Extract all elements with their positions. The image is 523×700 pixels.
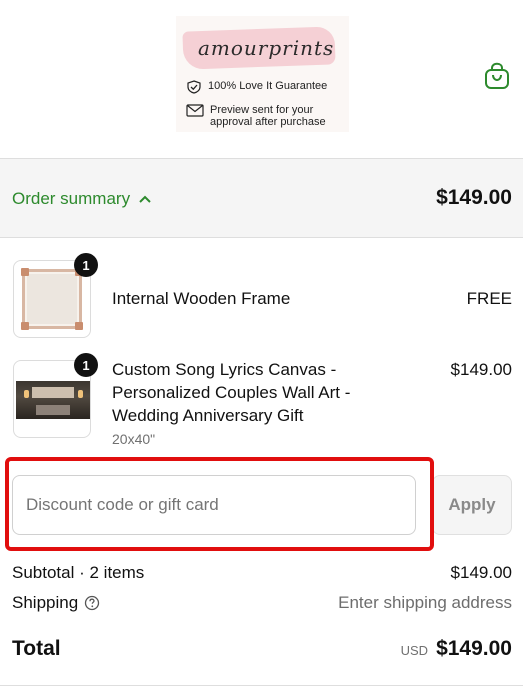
order-summary-label: Order summary <box>12 189 131 208</box>
canvas-art <box>32 387 74 398</box>
canvas-bed <box>36 405 70 415</box>
order-summary-bar: Order summary $149.00 <box>0 158 523 238</box>
order-summary-toggle[interactable]: Order summary <box>12 189 152 209</box>
total-label: Total <box>12 637 61 660</box>
item-price: FREE <box>466 289 512 308</box>
order-summary-total: $149.00 <box>436 186 512 209</box>
item-title: Custom Song Lyrics Canvas - Personalized… <box>112 360 351 425</box>
brand-logo: amourprints <box>198 36 335 60</box>
frame-corner <box>75 322 83 330</box>
frame-corner <box>21 268 29 276</box>
currency-code: USD <box>400 643 429 658</box>
chevron-up-icon <box>139 195 151 203</box>
total-value-group: USD $149.00 <box>401 637 512 661</box>
check-shield-icon <box>187 80 201 94</box>
canvas-image <box>16 381 90 419</box>
brand-logo-card[interactable]: amourprints 100% Love It Guarantee Previ… <box>176 16 349 132</box>
frame-image <box>21 268 83 330</box>
frame-corner <box>21 322 29 330</box>
apply-discount-button[interactable]: Apply <box>432 475 512 535</box>
help-circle-icon[interactable] <box>84 595 100 611</box>
checkout-header: amourprints 100% Love It Guarantee Previ… <box>0 0 523 158</box>
guarantee-row: 100% Love It Guarantee <box>186 80 327 94</box>
quantity-badge: 1 <box>74 253 98 277</box>
envelope-icon <box>186 104 204 117</box>
preview-text: Preview sent for your approval after pur… <box>210 104 326 128</box>
quantity-badge: 1 <box>74 353 98 377</box>
preview-text-line1: Preview sent for your <box>210 104 314 116</box>
shopping-bag-icon[interactable] <box>484 62 510 90</box>
preview-text-line2: approval after purchase <box>210 116 326 128</box>
shipping-value: Enter shipping address <box>338 593 512 612</box>
subtotal-label: Subtotal · 2 items <box>12 563 145 582</box>
divider <box>0 685 523 686</box>
item-price: $149.00 <box>450 360 512 379</box>
shipping-row-label: Shipping <box>12 593 100 613</box>
preview-row: Preview sent for your approval after pur… <box>186 104 326 128</box>
total-amount: $149.00 <box>436 637 512 660</box>
item-variant: 20x40" <box>112 431 156 447</box>
subtotal-value: $149.00 <box>450 563 512 582</box>
shipping-label: Shipping <box>12 593 79 612</box>
guarantee-text: 100% Love It Guarantee <box>208 80 328 92</box>
discount-code-input[interactable] <box>12 475 416 535</box>
product-thumbnail: 1 <box>13 353 98 438</box>
lamp <box>24 390 29 398</box>
item-title: Internal Wooden Frame <box>112 289 291 308</box>
lamp <box>78 390 83 398</box>
product-thumbnail: 1 <box>13 253 98 338</box>
